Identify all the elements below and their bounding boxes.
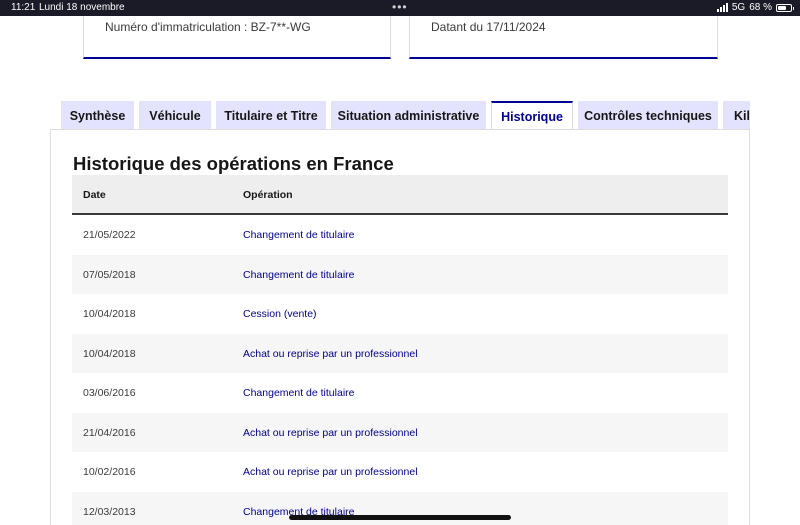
status-bar: 11:21 Lundi 18 novembre ••• 5G 68 % [0, 0, 800, 16]
tab-kilometrage[interactable]: Kilométrage [723, 101, 750, 130]
row-operation-link[interactable]: Changement de titulaire [243, 229, 355, 241]
table-row: 10/02/2016 Achat ou reprise par un profe… [72, 452, 728, 492]
battery-fill [778, 5, 786, 10]
table-row: 21/04/2016 Achat ou reprise par un profe… [72, 412, 728, 452]
tab-vehicule[interactable]: Véhicule [139, 101, 211, 130]
column-header-operation: Opération [243, 189, 293, 201]
table-row: 10/04/2018 Cession (vente) [72, 294, 728, 334]
table-body: 21/05/2022 Changement de titulaire 07/05… [72, 215, 728, 525]
row-operation-link[interactable]: Achat ou reprise par un professionnel [243, 348, 418, 360]
table-row: 07/05/2018 Changement de titulaire [72, 254, 728, 294]
row-date: 21/05/2022 [83, 229, 136, 241]
status-time: 11:21 [11, 2, 36, 13]
multitasking-dots-icon[interactable]: ••• [392, 0, 408, 14]
row-date: 10/04/2018 [83, 347, 136, 360]
registration-card: Numéro d'immatriculation : BZ-7**-WG [83, 16, 391, 59]
tab-historique[interactable]: Historique [491, 101, 573, 130]
battery-percent: 68 % [749, 2, 772, 13]
row-operation-link[interactable]: Cession (vente) [243, 308, 317, 320]
table-header: Date Opération [72, 175, 728, 215]
tab-bar: Synthèse Véhicule Titulaire et Titre Sit… [61, 101, 750, 130]
row-operation-link[interactable]: Changement de titulaire [243, 387, 355, 399]
row-operation-link[interactable]: Achat ou reprise par un professionnel [243, 466, 418, 478]
date-card: Datant du 17/11/2024 [409, 16, 718, 59]
status-indicators: 5G 68 % [716, 2, 794, 13]
row-operation-link[interactable]: Changement de titulaire [243, 269, 355, 281]
table-row: 03/06/2016 Changement de titulaire [72, 373, 728, 413]
tab-titulaire-titre[interactable]: Titulaire et Titre [216, 101, 326, 130]
status-date: Lundi 18 novembre [39, 2, 125, 13]
row-date: 12/03/2013 [83, 505, 136, 518]
registration-number: Numéro d'immatriculation : BZ-7**-WG [105, 20, 311, 34]
row-date: 07/05/2018 [83, 268, 136, 281]
network-label: 5G [731, 2, 746, 13]
page-title: Historique des opérations en France [73, 153, 394, 174]
table-row: 21/05/2022 Changement de titulaire [72, 215, 728, 255]
tab-controles-techniques[interactable]: Contrôles techniques [578, 101, 718, 130]
row-operation-link[interactable]: Achat ou reprise par un professionnel [243, 427, 418, 439]
row-date: 21/04/2016 [83, 426, 136, 439]
home-indicator[interactable] [289, 515, 511, 520]
battery-icon [776, 3, 794, 12]
row-date: 03/06/2016 [83, 387, 136, 399]
tab-situation-administrative[interactable]: Situation administrative [331, 101, 486, 130]
row-date: 10/04/2018 [83, 308, 136, 320]
row-date: 10/02/2016 [83, 466, 136, 478]
table-row: 10/04/2018 Achat ou reprise par un profe… [72, 333, 728, 373]
report-date: Datant du 17/11/2024 [431, 20, 546, 34]
tab-synthese[interactable]: Synthèse [61, 101, 134, 130]
signal-icon [716, 3, 728, 12]
column-header-date: Date [83, 189, 106, 201]
history-table: Date Opération 21/05/2022 Changement de … [72, 175, 728, 525]
